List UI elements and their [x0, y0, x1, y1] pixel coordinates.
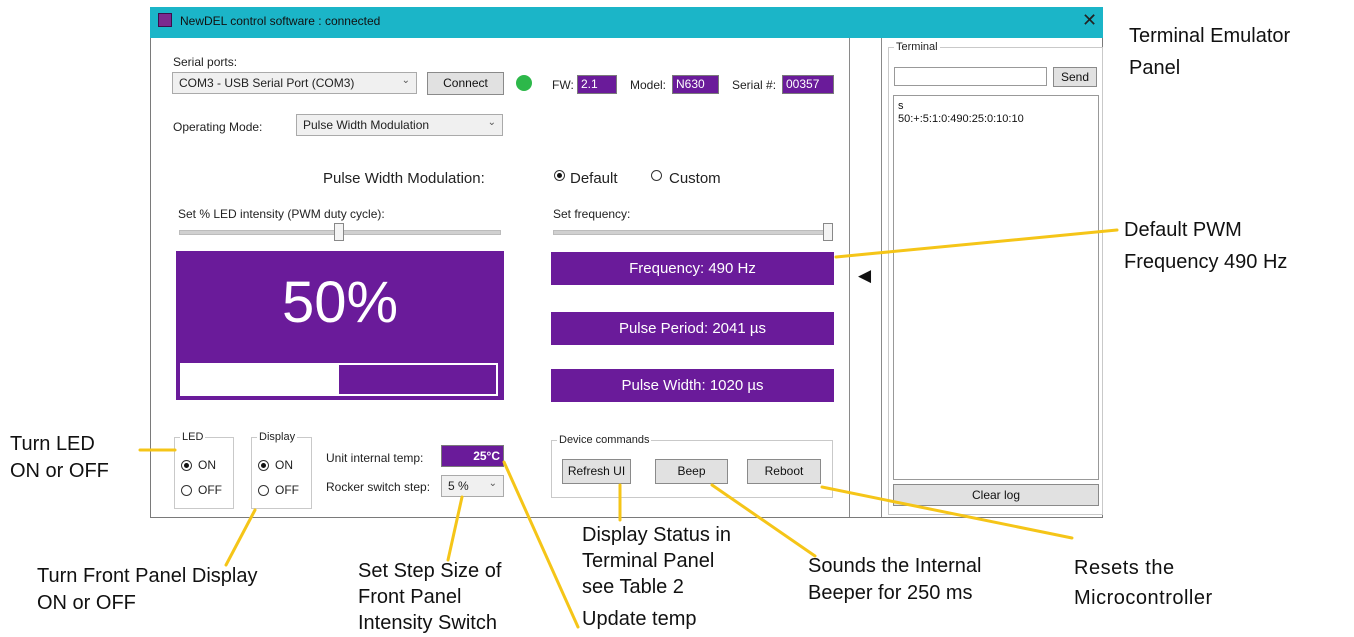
annotation-line: Turn LED [10, 433, 95, 455]
annotation-line: see Table 2 [582, 576, 684, 598]
annotation-update-temp: Update temp [582, 608, 697, 630]
line-front-display [224, 508, 257, 567]
annotation-step-size: Set Step Size of Front Panel Intensity S… [358, 558, 501, 636]
line-update-temp [502, 460, 580, 629]
annotation-front-display: Turn Front Panel Display ON or OFF [37, 563, 257, 617]
annotation-line: Microcontroller [1074, 587, 1213, 609]
annotation-terminal-panel: Terminal Emulator Panel [1129, 23, 1290, 82]
annotation-default-freq: Default PWM Frequency 490 Hz [1124, 217, 1287, 276]
annotation-turn-led: Turn LED ON or OFF [10, 431, 109, 485]
annotation-line: Display Status in [582, 524, 731, 546]
line-step-size [446, 495, 464, 562]
annotation-beeper: Sounds the Internal Beeper for 250 ms [808, 553, 981, 607]
annotation-line: Frequency 490 Hz [1124, 251, 1288, 273]
annotation-display-status: Display Status in Terminal Panel see Tab… [582, 522, 731, 600]
annotation-line: Set Step Size of [358, 560, 502, 582]
annotation-line: Sounds the Internal [808, 555, 982, 577]
annotation-line: Beeper for 250 ms [808, 582, 973, 604]
annotation-line: Terminal Panel [582, 550, 715, 572]
annotation-line: Default PWM [1124, 219, 1242, 241]
line-resets [820, 485, 1074, 540]
annotation-line: Resets the [1074, 557, 1175, 579]
annotation-line: Front Panel [358, 586, 462, 608]
annotation-line: Turn Front Panel Display [37, 565, 258, 587]
line-default-freq [834, 228, 1119, 259]
annotation-line: ON or OFF [37, 592, 136, 614]
annotation-resets: Resets the Microcontroller [1074, 553, 1213, 613]
annotation-line: ON or OFF [10, 460, 109, 482]
annotation-line: Panel [1129, 57, 1181, 79]
annotation-line: Terminal Emulator [1129, 25, 1291, 47]
annotation-line: Intensity Switch [358, 612, 497, 634]
